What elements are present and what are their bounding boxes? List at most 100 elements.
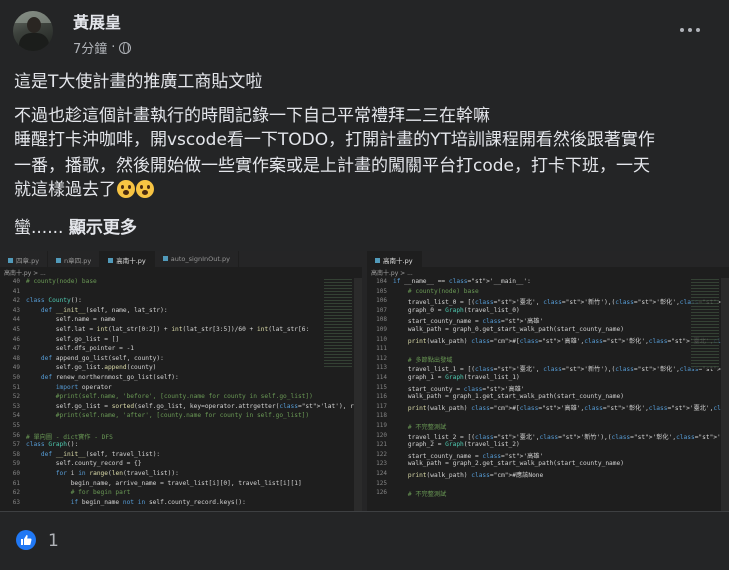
line-number: 60 xyxy=(12,470,20,477)
editor-tab[interactable]: auto_signInOut.py xyxy=(155,251,239,267)
dot-icon xyxy=(696,28,700,32)
code-line: import operator xyxy=(55,383,112,391)
code-line: if begin_name not in self.county_record.… xyxy=(70,498,246,506)
line-number: 40 xyxy=(12,278,20,285)
attached-screenshot[interactable]: 四章.py n章四.py 高南十.py auto_signInOut.py 高南十.p… xyxy=(0,251,729,511)
line-number: 46 xyxy=(12,335,20,343)
code-line: walk_path = graph_2.get_start_walk_path(… xyxy=(393,460,624,468)
python-file-icon xyxy=(375,258,380,263)
line-number: 109 xyxy=(376,326,387,333)
code-line: self.name = name xyxy=(26,316,116,324)
line-number: 121 xyxy=(376,441,387,449)
post-text-line: 就這樣過去了 xyxy=(14,180,116,200)
line-number: 50 xyxy=(12,374,20,381)
breadcrumb: 高南十.py > ... xyxy=(4,270,46,277)
line-number: 59 xyxy=(12,460,20,468)
code-line: walk_path = graph_0.get_start_walk_path(… xyxy=(393,326,624,333)
author-name[interactable]: 黃展皇 xyxy=(73,9,121,33)
astonished-face-emoji xyxy=(117,180,135,198)
code-line: self.county_record = {} xyxy=(26,460,142,468)
line-number: 116 xyxy=(376,393,387,401)
thumbs-up-icon[interactable] xyxy=(16,530,36,550)
code-line: self.go_list = [] xyxy=(26,335,120,343)
line-number: 123 xyxy=(376,460,387,468)
reactions-bar: 1 xyxy=(0,511,729,570)
more-options-button[interactable] xyxy=(676,20,704,40)
editor-tab[interactable]: 高南十.py xyxy=(100,251,155,267)
line-number: 58 xyxy=(12,450,20,458)
code-line: #print(self.name, 'after', [county.name … xyxy=(26,412,310,420)
post-time[interactable]: 7分鐘 xyxy=(73,38,107,57)
python-file-icon xyxy=(108,258,114,263)
line-number: 51 xyxy=(12,383,20,391)
line-number: 120 xyxy=(376,431,387,439)
line-number: 114 xyxy=(376,374,387,381)
code-line: walk_path = graph_1.get_start_walk_path(… xyxy=(393,393,624,401)
line-number: 54 xyxy=(12,412,20,420)
line-number: 115 xyxy=(376,383,387,391)
line-number: 56 xyxy=(12,431,20,439)
line-number: 49 xyxy=(12,364,20,372)
line-number: 104 xyxy=(376,278,387,285)
editor-tab-label: n章四.py xyxy=(64,257,92,265)
line-number: 112 xyxy=(376,354,387,362)
code-line: start_county_name = class="st">'高雄' xyxy=(393,318,544,326)
breadcrumb: 高南十.py > ... xyxy=(371,270,413,277)
line-number: 117 xyxy=(376,402,387,410)
line-number: 42 xyxy=(12,297,20,305)
code-line: # for begin part xyxy=(26,489,131,497)
line-number: 61 xyxy=(12,479,20,487)
code-line: # 不完整測試 xyxy=(393,491,447,499)
minimap xyxy=(691,279,719,369)
line-number: 124 xyxy=(376,470,387,477)
code-line: # county(node) base xyxy=(26,278,97,285)
code-line: travel_list_0 = [(class="st">'臺北', class… xyxy=(393,299,729,307)
line-number: 62 xyxy=(12,489,20,497)
code-line: def __init__(self, name, lat_str): xyxy=(40,306,168,314)
line-number: 63 xyxy=(12,498,20,506)
post-header: 黃展皇 7分鐘 · xyxy=(0,0,729,64)
line-number: 119 xyxy=(376,422,387,429)
line-number: 118 xyxy=(376,412,387,420)
code-line: def renew_northernmost_go_list(self): xyxy=(40,374,179,381)
code-line: self.go_list = sorted(self.go_list, key=… xyxy=(26,402,354,410)
meta-separator: · xyxy=(111,40,116,55)
editor-tab-label: auto_signInOut.py xyxy=(170,255,230,263)
editor-tab-label: 四章.py xyxy=(16,257,40,265)
line-number: 125 xyxy=(376,479,387,487)
post-meta: 7分鐘 · xyxy=(73,38,132,57)
code-line: class County(): xyxy=(26,297,82,305)
reaction-count[interactable]: 1 xyxy=(48,531,59,551)
editor-tab[interactable]: 四章.py xyxy=(0,251,49,267)
code-line: if __name__ == class="st">'__main__': xyxy=(393,278,531,285)
python-file-icon xyxy=(162,256,168,261)
editor-tabs: 高南十.py xyxy=(367,251,729,267)
code-line: start_county_name = class="st">'高雄' xyxy=(393,452,544,460)
globe-icon[interactable] xyxy=(119,41,132,54)
post-text-line-with-emoji: 就這樣過去了 xyxy=(14,178,154,202)
line-number: 48 xyxy=(12,354,20,362)
code-line: graph_0 = Graph(travel_list_0) xyxy=(393,306,520,314)
code-line: self.dfs_pointer = -1 xyxy=(26,345,135,353)
show-more-link[interactable]: 顯示更多 xyxy=(69,218,137,238)
editor-tab[interactable]: 高南十.py xyxy=(367,251,422,267)
line-number: 47 xyxy=(12,345,20,353)
astonished-face-emoji xyxy=(136,180,154,198)
line-number: 53 xyxy=(12,402,20,410)
code-line: print(walk_path) class="cm">#[class="st"… xyxy=(407,404,729,412)
scrollbar xyxy=(354,278,362,511)
python-file-icon xyxy=(8,258,13,263)
line-number: 107 xyxy=(376,306,387,314)
line-number: 126 xyxy=(376,489,387,497)
scrollbar xyxy=(721,278,729,511)
dot-icon xyxy=(688,28,692,32)
code-line: self.lat = int(lat_str[0:2]) + int(lat_s… xyxy=(26,326,310,333)
post-truncated-line: 蠻...... 顯示更多 xyxy=(14,216,137,240)
avatar[interactable] xyxy=(13,11,53,51)
code-line: class Graph(): xyxy=(26,441,79,449)
line-number: 44 xyxy=(12,316,20,324)
editor-tab[interactable]: n章四.py xyxy=(48,251,101,267)
editor-tab-label: 高南十.py xyxy=(383,257,413,265)
code-line: travel_list_2 = [(class="st">'臺北',class=… xyxy=(393,433,729,441)
dot-icon xyxy=(680,28,684,32)
